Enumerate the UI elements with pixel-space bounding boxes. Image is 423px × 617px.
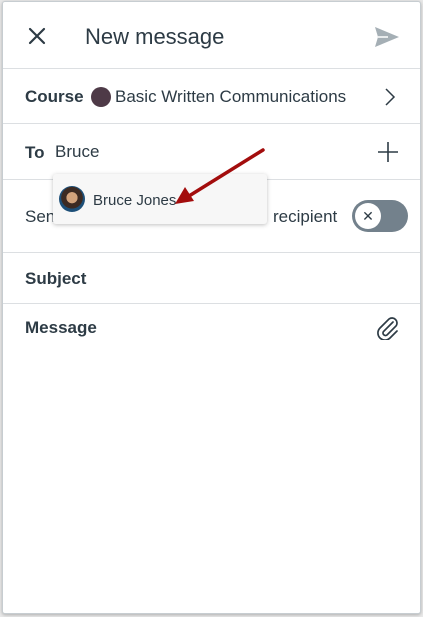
- page-title: New message: [85, 24, 225, 49]
- recipient-suggestion[interactable]: Bruce Jones: [53, 174, 267, 224]
- send-button[interactable]: [374, 26, 400, 48]
- paperclip-icon[interactable]: [374, 314, 400, 340]
- send-individually-label-start: Sen: [25, 207, 56, 226]
- suggestion-name: Bruce Jones: [93, 192, 177, 209]
- compose-message-screen: New message Course Basic Written Communi…: [2, 1, 421, 614]
- subject-label: Subject: [25, 269, 87, 288]
- avatar: [59, 186, 85, 212]
- course-color-dot: [91, 87, 111, 107]
- to-input[interactable]: [55, 140, 335, 164]
- to-field-row: To: [3, 124, 420, 180]
- message-label: Message: [25, 318, 97, 337]
- send-individually-toggle[interactable]: ✕: [352, 200, 408, 232]
- course-name: Basic Written Communications: [115, 87, 347, 106]
- course-label: Course: [25, 87, 84, 106]
- close-icon: [28, 27, 46, 45]
- toggle-x-icon: ✕: [355, 203, 381, 229]
- course-selector[interactable]: Course Basic Written Communications: [3, 69, 420, 124]
- subject-row[interactable]: Subject: [3, 253, 420, 304]
- send-icon: [375, 27, 399, 47]
- message-area[interactable]: Message: [3, 304, 420, 613]
- send-individually-label: Sen recipient: [25, 207, 337, 227]
- compose-header: New message: [3, 2, 420, 69]
- add-recipient-icon[interactable]: [376, 140, 400, 164]
- chevron-right-icon[interactable]: [384, 87, 396, 107]
- to-label: To: [25, 143, 45, 162]
- send-individually-label-end: recipient: [273, 207, 338, 226]
- close-button[interactable]: [25, 24, 49, 48]
